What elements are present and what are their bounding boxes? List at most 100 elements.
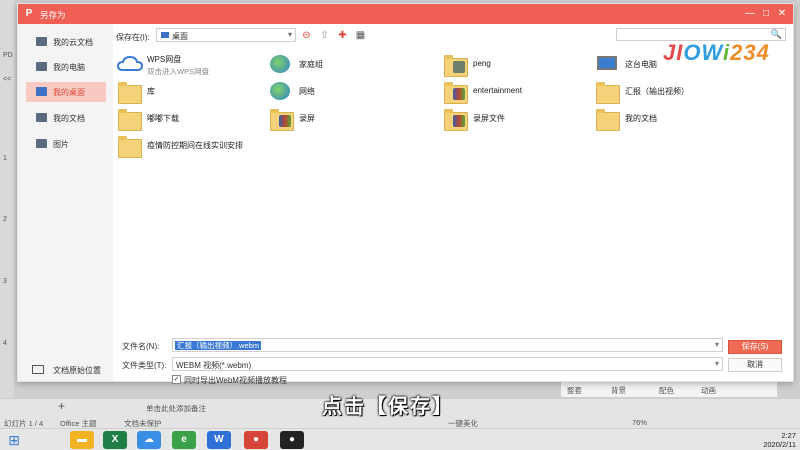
cancel-button[interactable]: 取消 [728, 358, 782, 372]
back-icon[interactable]: ⊖ [300, 29, 313, 42]
filetype-value: WEBM 视频(*.webm) [176, 361, 252, 370]
sidebar-item-label: 我的云文档 [53, 38, 93, 47]
folder-icon [115, 133, 143, 158]
sidebar-item-label: 我的文档 [53, 114, 85, 123]
file-name: 汇报（输出视频） [625, 87, 689, 96]
chevron-down-icon: ▾ [714, 359, 719, 368]
minimize-button[interactable]: — [743, 7, 757, 21]
network-globe-icon [267, 79, 295, 103]
filename-value: 汇报（输出视频）.webm [175, 341, 262, 350]
sidebar-item-label: 文档原始位置 [53, 366, 101, 375]
file-name: 这台电脑 [625, 60, 657, 69]
computer-icon [593, 52, 621, 76]
export-tutorial-checkbox[interactable]: ✓ [172, 375, 181, 384]
mini-item-animation[interactable]: 动画 [701, 385, 716, 396]
bg-left-mark[interactable]: << [3, 76, 11, 83]
file-subtitle: 双击进入WPS网盘 [147, 67, 210, 76]
user-folder-icon [441, 52, 469, 77]
sidebar-item-label: 图片 [53, 140, 69, 149]
file-item-wps-cloud[interactable]: WPS网盘 双击进入WPS网盘 [115, 52, 265, 76]
clock-time: 2:27 [781, 431, 796, 440]
taskbar: ⊞ ▬ X ☁ e W ● ● 2:27 2020/2/11 [0, 428, 800, 450]
view-mode-icon[interactable]: ▦ [354, 29, 367, 42]
taskbar-file-explorer[interactable]: ▬ [70, 431, 94, 449]
add-slide-icon[interactable]: + [58, 399, 65, 413]
folder-outline-icon [32, 365, 44, 374]
save-in-label: 保存在(I): [116, 33, 150, 42]
filename-input[interactable]: 汇报（输出视频）.webm ▾ [172, 338, 723, 352]
notes-placeholder[interactable]: 单击此处添加备注 [146, 403, 206, 414]
taskbar-chrome[interactable]: ● [244, 431, 268, 449]
taskbar-excel[interactable]: X [103, 431, 127, 449]
taskbar-recorder[interactable]: ● [280, 431, 304, 449]
sidebar-item-cloud-docs[interactable]: 我的云文档 [26, 32, 106, 52]
file-item-homegroup[interactable]: 家庭组 [267, 52, 417, 76]
file-item-online-training[interactable]: 疫情防控期间在线实训安排 [115, 133, 315, 158]
background-left-panel: PD << 1 2 3 4 [0, 0, 14, 400]
file-item-entertainment[interactable]: entertainment [441, 79, 591, 104]
wps-logo-icon: P [25, 8, 33, 19]
video-caption: 点击【保存】 [322, 396, 454, 418]
file-name: 疫情防控期间在线实训安排 [147, 141, 243, 150]
network-globe-icon [267, 52, 295, 76]
taskbar-baidu-netdisk[interactable]: ☁ [137, 431, 161, 449]
filetype-label: 文件类型(T): [122, 361, 167, 370]
sidebar-item-label: 我的电脑 [53, 63, 85, 72]
file-item-network[interactable]: 网络 [267, 79, 417, 103]
screen: PD << 1 2 3 4 整套 背景 配色 动画 + 单击此处添加备注 幻灯片… [0, 0, 800, 450]
bg-slide-number: 3 [3, 278, 7, 285]
media-folder-icon [441, 79, 469, 104]
computer-icon [36, 62, 47, 71]
file-item-dudu-download[interactable]: 嘟嘟下载 [115, 106, 265, 131]
folder-icon [593, 106, 621, 131]
watermark-logo: JIOWi234 [663, 40, 770, 65]
file-name: 库 [147, 87, 155, 96]
sidebar-item-my-computer[interactable]: 我的电脑 [26, 57, 106, 77]
chevron-down-icon: ▾ [287, 30, 292, 39]
close-button[interactable]: ✕ [775, 7, 789, 21]
new-folder-icon[interactable]: ✚ [336, 29, 349, 42]
up-folder-icon[interactable]: ⇧ [318, 29, 331, 42]
bg-slide-number: 2 [3, 216, 7, 223]
filename-label: 文件名(N): [122, 342, 160, 351]
save-button[interactable]: 保存(S) [728, 340, 782, 354]
file-item-screen-record-files[interactable]: 录屏文件 [441, 106, 591, 131]
taskbar-ie-browser[interactable]: e [172, 431, 196, 449]
mini-item-set[interactable]: 整套 [567, 385, 582, 396]
location-value: 桌面 [172, 32, 188, 41]
taskbar-wps[interactable]: W [207, 431, 231, 449]
desktop-folder-icon [161, 32, 169, 38]
folder-icon [115, 106, 143, 131]
file-item-report-video[interactable]: 汇报（输出视频） [593, 79, 743, 104]
maximize-button[interactable]: □ [759, 7, 773, 21]
sidebar-item-desktop[interactable]: 我的桌面 [26, 82, 106, 102]
start-button[interactable]: ⊞ [6, 432, 22, 448]
places-sidebar: 我的云文档 我的电脑 我的桌面 我的文档 图片 文档原始位置 [18, 24, 113, 381]
system-clock[interactable]: 2:27 2020/2/11 [752, 431, 796, 449]
cloud-icon [115, 52, 143, 76]
file-name: 我的文档 [625, 114, 657, 123]
filetype-select[interactable]: WEBM 视频(*.webm) ▾ [172, 357, 723, 371]
location-select[interactable]: 桌面 ▾ [156, 28, 296, 42]
dialog-titlebar[interactable]: P 另存为 — □ ✕ [18, 4, 793, 24]
file-item-screen-record[interactable]: 录屏 [267, 106, 417, 131]
file-name: 录屏 [299, 114, 315, 123]
mini-item-color[interactable]: 配色 [659, 385, 674, 396]
background-mini-toolbar: 整套 背景 配色 动画 [560, 381, 778, 398]
sidebar-item-pictures[interactable]: 图片 [26, 134, 106, 154]
sidebar-item-documents[interactable]: 我的文档 [26, 108, 106, 128]
bg-left-mark: PD [3, 52, 13, 59]
mini-item-background[interactable]: 背景 [611, 385, 626, 396]
file-item-my-documents[interactable]: 我的文档 [593, 106, 743, 131]
chevron-down-icon[interactable]: ▾ [715, 340, 719, 349]
bg-slide-number: 1 [3, 155, 7, 162]
file-item-library[interactable]: 库 [115, 79, 265, 104]
bg-slide-number: 4 [3, 340, 7, 347]
export-tutorial-label[interactable]: 同时导出WebM视频播放教程 [184, 375, 287, 386]
media-folder-icon [441, 106, 469, 131]
file-item-peng[interactable]: peng [441, 52, 591, 77]
file-name: 家庭组 [299, 60, 323, 69]
zoom-level[interactable]: 76% [632, 418, 647, 427]
clock-date: 2020/2/11 [763, 440, 796, 449]
sidebar-item-original-location[interactable]: 文档原始位置 [26, 360, 111, 380]
